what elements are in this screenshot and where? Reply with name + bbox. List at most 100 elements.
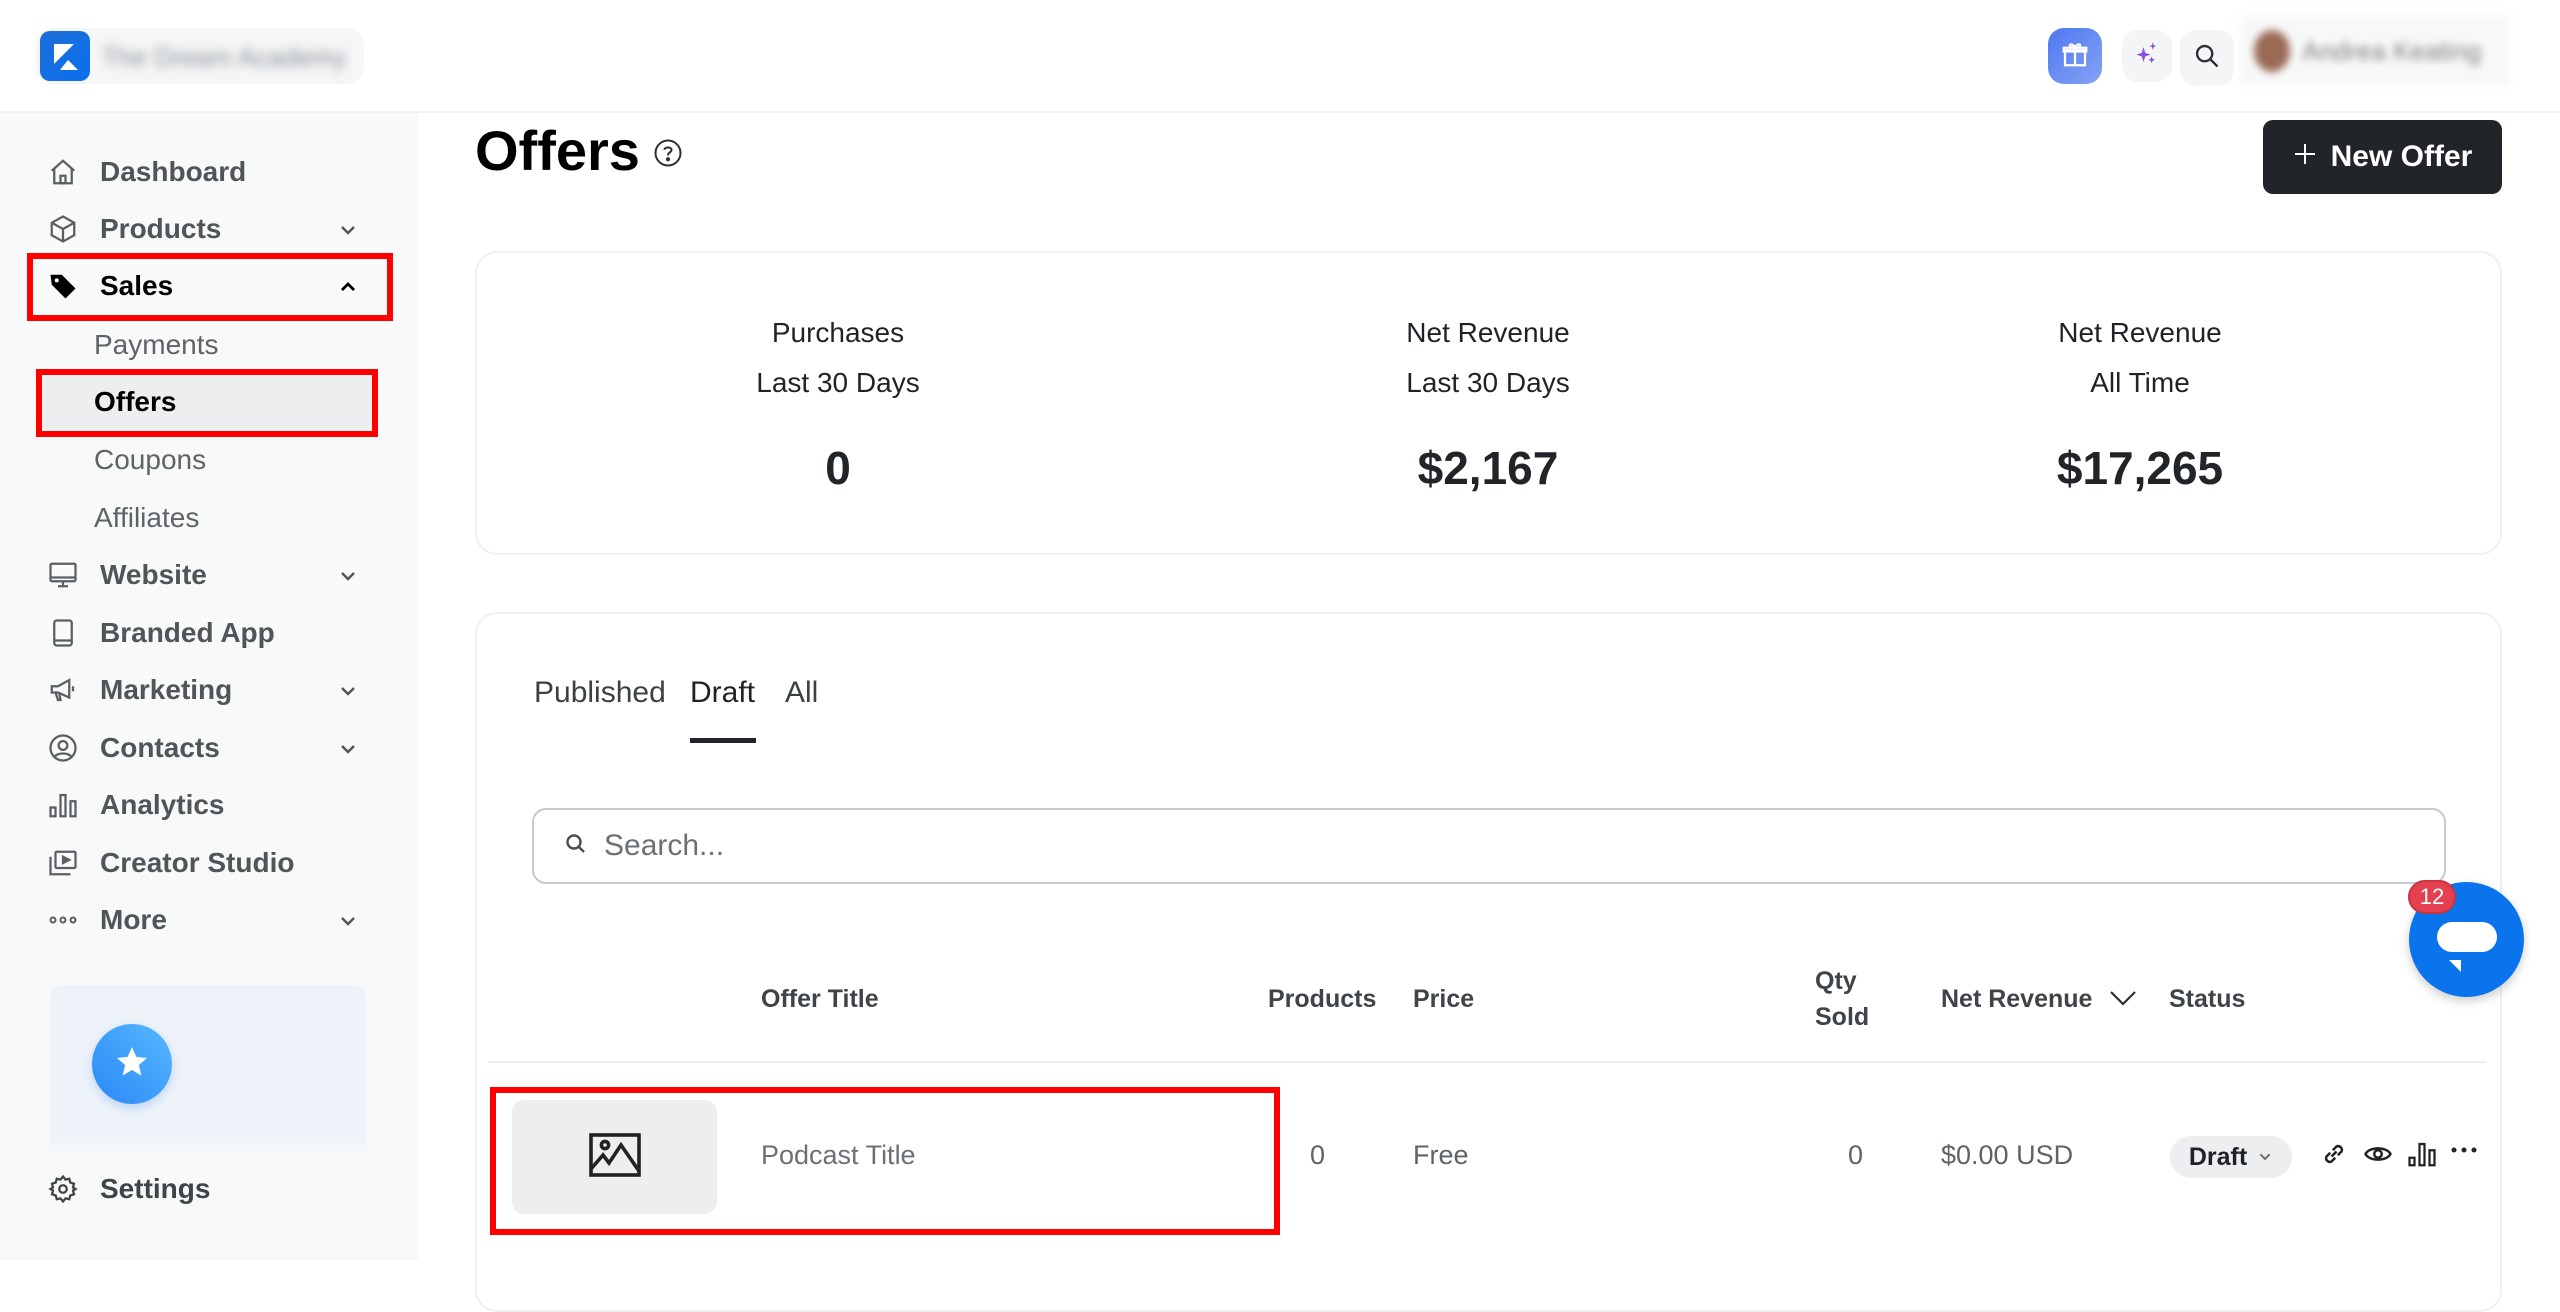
- help-icon[interactable]: [653, 138, 683, 168]
- sidebar-item-label: Creator Studio: [100, 847, 295, 878]
- more-actions-button[interactable]: [2448, 1136, 2480, 1168]
- column-header-qty: Qty: [1815, 967, 1857, 995]
- sidebar-item-label: Contacts: [100, 732, 220, 763]
- image-placeholder-icon: [588, 1132, 641, 1182]
- sidebar-subitem-affiliates[interactable]: Affiliates: [94, 494, 374, 542]
- megaphone-icon: [46, 673, 80, 707]
- new-offer-button[interactable]: New Offer: [2263, 120, 2502, 194]
- column-header-sold: Sold: [1815, 1003, 1870, 1031]
- offer-thumbnail[interactable]: [512, 1100, 717, 1214]
- preview-button[interactable]: [2362, 1140, 2394, 1172]
- box-icon: [46, 212, 80, 246]
- sidebar-item-branded-app[interactable]: Branded App: [46, 609, 376, 657]
- cell-price: Free: [1413, 1140, 1469, 1170]
- chevron-down-icon: [336, 217, 360, 241]
- column-header-offer-title: Offer Title: [761, 985, 879, 1013]
- user-menu[interactable]: Andrea Keating: [2240, 16, 2510, 86]
- stat-value: $2,167: [1417, 442, 1559, 494]
- search-input[interactable]: [604, 829, 2304, 863]
- sidebar-item-dashboard[interactable]: Dashboard: [46, 148, 376, 196]
- sidebar-item-more[interactable]: More: [46, 896, 376, 944]
- ai-assistant-button[interactable]: [2122, 30, 2172, 82]
- chevron-down-icon: [336, 563, 360, 587]
- sidebar-item-marketing[interactable]: Marketing: [46, 666, 376, 714]
- sidebar-item-label: Marketing: [100, 674, 233, 705]
- chevron-down-icon: [336, 678, 360, 702]
- school-switcher[interactable]: The Dream Academy: [36, 28, 364, 84]
- sidebar-subitem-offers[interactable]: Offers: [40, 374, 376, 430]
- more-dots-icon: [46, 903, 80, 937]
- stat-period: All Time: [2090, 367, 2190, 398]
- stat-period: Last 30 Days: [756, 367, 920, 398]
- stat-value: $17,265: [2056, 442, 2224, 494]
- sidebar-item-label: Analytics: [100, 789, 225, 820]
- tab-published[interactable]: Published: [534, 676, 666, 710]
- chevron-up-icon: [336, 274, 360, 298]
- sidebar-item-label: More: [100, 904, 167, 935]
- school-name: The Dream Academy: [102, 42, 347, 72]
- stat-label: Net Revenue: [2058, 317, 2222, 348]
- stat-value: 0: [825, 442, 851, 494]
- unread-badge: 12: [2408, 880, 2456, 914]
- tab-all[interactable]: All: [785, 676, 818, 710]
- sidebar-item-label: Sales: [100, 270, 174, 301]
- top-bar: The Dream Academy Andrea Keating: [0, 0, 2560, 113]
- active-tab-indicator: [690, 738, 756, 743]
- user-circle-icon: [46, 731, 80, 765]
- cell-products: 0: [1310, 1140, 1326, 1170]
- stat-label: Purchases: [771, 317, 905, 348]
- video-library-icon: [46, 846, 80, 880]
- bar-chart-icon: [2407, 1139, 2437, 1174]
- sidebar-item-settings[interactable]: Settings: [46, 1165, 376, 1213]
- sparkle-icon: [2133, 40, 2161, 73]
- search-icon: [2193, 42, 2221, 75]
- sidebar-item-creator-studio[interactable]: Creator Studio: [46, 839, 376, 887]
- status-dropdown[interactable]: Draft: [2170, 1136, 2292, 1178]
- eye-icon: [2363, 1139, 2393, 1174]
- sidebar-item-products[interactable]: Products: [46, 205, 376, 253]
- sidebar-item-label: Settings: [100, 1173, 211, 1204]
- star-icon: [114, 1044, 150, 1085]
- column-header-products: Products: [1268, 985, 1377, 1013]
- global-search-button[interactable]: [2180, 30, 2234, 86]
- new-offer-label: New Offer: [2330, 140, 2473, 173]
- link-icon: [2319, 1139, 2349, 1174]
- sort-chevron-down-icon: [2109, 986, 2137, 1015]
- sidebar-item-analytics[interactable]: Analytics: [46, 781, 376, 829]
- search-field[interactable]: [532, 808, 2446, 884]
- copy-link-button[interactable]: [2318, 1140, 2350, 1172]
- column-header-net-revenue[interactable]: Net Revenue: [1941, 985, 2137, 1015]
- offers-table-card: [475, 612, 2502, 1312]
- chat-bubble-tail: [2449, 960, 2461, 972]
- tab-draft[interactable]: Draft: [690, 676, 755, 710]
- sidebar-subitem-coupons[interactable]: Coupons: [94, 436, 374, 484]
- sidebar-item-label: Website: [100, 559, 207, 590]
- gift-button[interactable]: [2048, 28, 2102, 84]
- sidebar-subitem-payments[interactable]: Payments: [94, 321, 374, 369]
- sidebar-item-label: Branded App: [100, 617, 275, 648]
- stats-card: Purchases Last 30 Days 0 Net Revenue Las…: [475, 251, 2502, 555]
- tag-icon: [46, 269, 80, 303]
- column-header-status: Status: [2169, 985, 2246, 1013]
- promo-card-fade: [50, 1135, 366, 1155]
- column-header-price: Price: [1413, 985, 1475, 1013]
- sidebar-item-sales[interactable]: Sales: [46, 262, 376, 310]
- status-label: Draft: [2188, 1142, 2248, 1171]
- offer-title-link[interactable]: Podcast Title: [761, 1140, 916, 1171]
- monitor-icon: [46, 558, 80, 592]
- analytics-button[interactable]: [2406, 1140, 2438, 1172]
- sidebar-item-label: Dashboard: [100, 156, 247, 187]
- stat-period: Last 30 Days: [1406, 367, 1570, 398]
- tablet-icon: [46, 616, 80, 650]
- user-name: Andrea Keating: [2302, 36, 2482, 66]
- page-title: Offers: [475, 119, 640, 182]
- stat-label: Net Revenue: [1406, 317, 1570, 348]
- chat-bubble-icon: [2437, 922, 2497, 952]
- plus-icon: [2293, 140, 2317, 174]
- sidebar-item-contacts[interactable]: Contacts: [46, 724, 376, 772]
- gear-icon: [46, 1172, 80, 1206]
- sidebar-item-website[interactable]: Website: [46, 551, 376, 599]
- sidebar-item-label: Products: [100, 213, 222, 244]
- cell-qty-sold: 0: [1848, 1140, 1864, 1170]
- chevron-down-icon: [336, 736, 360, 760]
